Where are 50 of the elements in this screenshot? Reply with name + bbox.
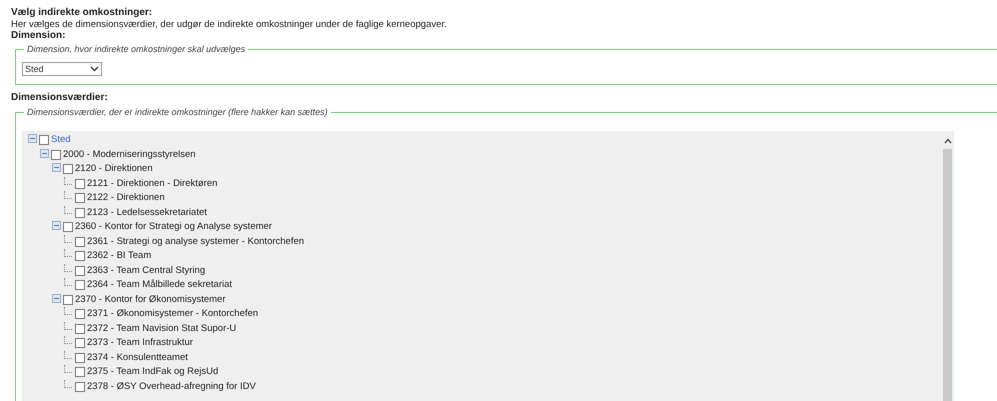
tree-item-label[interactable]: 2000 - Moderniseringsstyrelsen (63, 148, 196, 161)
checkbox[interactable] (75, 178, 85, 189)
checkbox[interactable] (63, 164, 73, 174)
tree-item-label[interactable]: 2122 - Direktionen (87, 192, 165, 204)
tree-item-label[interactable]: 2378 - ØSY Overhead-afregning for IDV (87, 380, 256, 393)
tree-item-label[interactable]: 2370 - Kontor for Økonomisystemer (75, 294, 226, 306)
tree-item-label[interactable]: 2123 - Ledelsessekretariatet (87, 206, 207, 219)
scroll-up-icon[interactable] (944, 138, 952, 144)
dimension-label: Dimension: (11, 30, 66, 42)
tree-item-label[interactable]: Sted (51, 134, 71, 146)
tree-item-label[interactable]: 2121 - Direktionen - Direktøren (87, 178, 218, 190)
tree-item-label[interactable]: 2120 - Direktionen (75, 163, 153, 176)
tree-item-label[interactable]: 2371 - Økonomisystemer - Kontorchefen (87, 308, 258, 320)
checkbox[interactable] (63, 222, 73, 232)
group-legend: Dimension, hvor indirekte omkostninger skal udvælges (24, 43, 248, 55)
collapse-icon[interactable] (52, 221, 61, 230)
tree-item-label[interactable]: 2364 - Team Målbillede sekretariat (87, 279, 232, 292)
checkbox[interactable] (75, 251, 85, 262)
checkbox[interactable] (63, 294, 73, 305)
checkbox[interactable] (75, 324, 85, 334)
dimension-values-label: Dimensionsværdier: (11, 92, 108, 104)
checkbox[interactable] (75, 352, 85, 363)
collapse-icon[interactable] (52, 294, 61, 303)
tree-item-label[interactable]: 2361 - Strategi og analyse systemer - Kontorchefen (87, 236, 304, 248)
collapse-icon[interactable] (52, 163, 61, 172)
tree-item-label[interactable]: 2372 - Team Navision Stat Supor-U (87, 322, 236, 335)
checkbox[interactable] (75, 266, 85, 276)
checkbox[interactable] (75, 280, 85, 290)
tree-item-label[interactable]: 2374 - Konsulentteamet (87, 352, 188, 364)
checkbox[interactable] (51, 150, 61, 160)
checkbox[interactable] (75, 236, 85, 247)
checkbox[interactable] (75, 367, 85, 378)
checkbox[interactable] (39, 135, 49, 146)
checkbox[interactable] (75, 208, 85, 218)
tree-item-label[interactable]: 2373 - Team Infrastruktur (87, 337, 193, 350)
description-text: Her vælges de dimensionsværdier, der udgør de indirekte omkostninger under de faglige kerneopgaver. (11, 19, 447, 30)
tree-item-label[interactable]: 2375 - Team IndFak og RejsUd (87, 366, 218, 378)
checkbox[interactable] (75, 193, 85, 204)
tree-item-label[interactable]: 2360 - Kontor for Strategi og Analyse systemer (75, 221, 272, 234)
checkbox[interactable] (75, 338, 85, 348)
checkbox[interactable] (75, 309, 85, 320)
collapse-icon[interactable] (28, 134, 37, 144)
section-heading: Vælg indirekte omkostninger: (11, 7, 152, 19)
collapse-icon[interactable] (40, 148, 49, 158)
tree-item-label[interactable]: 2363 - Team Central Styring (87, 264, 206, 277)
chevron-down-icon (90, 66, 99, 72)
checkbox[interactable] (75, 382, 85, 392)
group-legend: Dimensionsværdier, der er indirekte omkostninger (flere hakker kan sættes) (24, 106, 331, 118)
dimension-select[interactable]: Sted (22, 62, 102, 76)
tree-item-label[interactable]: 2362 - BI Team (87, 250, 152, 262)
